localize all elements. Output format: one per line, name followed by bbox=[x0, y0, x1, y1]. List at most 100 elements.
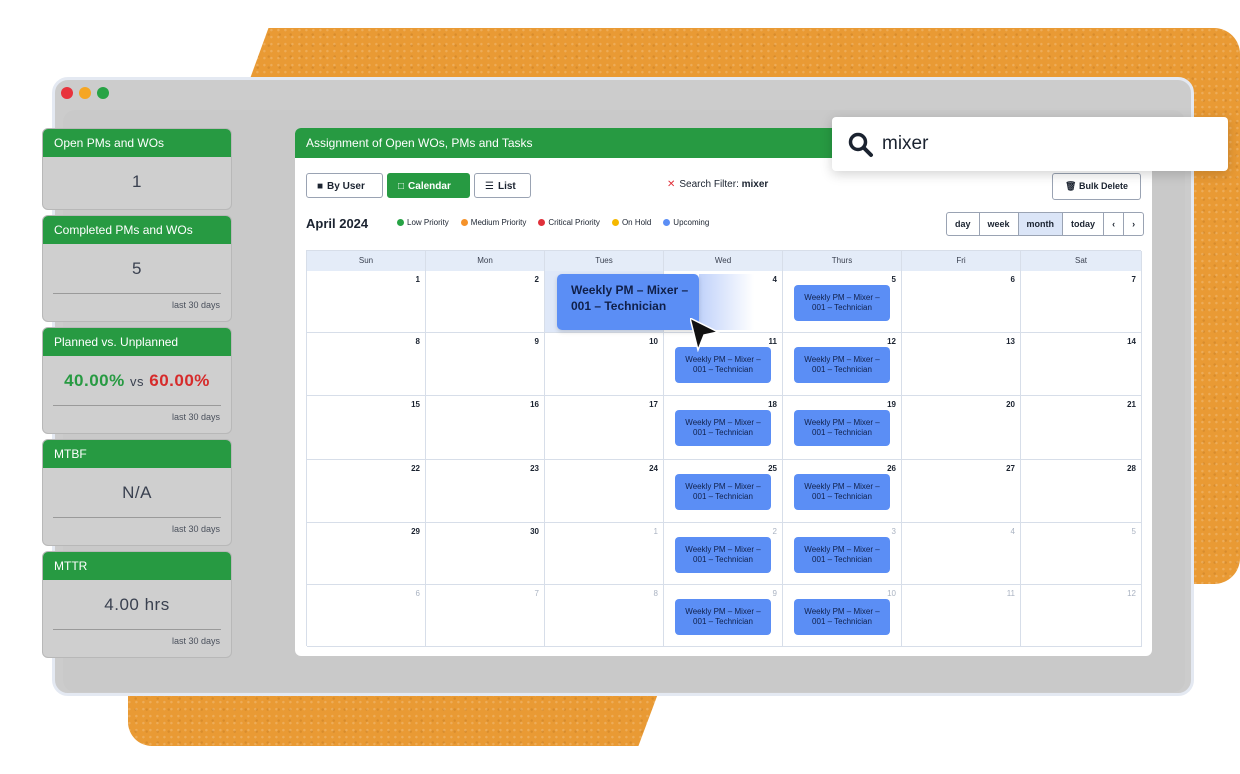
mouse-pointer-icon bbox=[690, 318, 720, 352]
day-of-week-header: Wed bbox=[664, 251, 783, 271]
close-window-icon[interactable] bbox=[61, 87, 73, 99]
calendar-icon: □ bbox=[398, 181, 405, 192]
calendar-day-cell[interactable]: 9 Weekly PM – Mixer – 001 – Technician bbox=[664, 585, 783, 647]
vs-label: vs bbox=[130, 374, 144, 389]
day-number: 13 bbox=[1006, 337, 1015, 346]
calendar-day-cell[interactable]: 21 bbox=[1021, 396, 1142, 460]
clear-filter-icon[interactable]: ✕ bbox=[667, 179, 675, 190]
day-number: 28 bbox=[1127, 464, 1136, 473]
calendar-event[interactable]: Weekly PM – Mixer – 001 – Technician bbox=[794, 410, 890, 446]
day-of-week-header: Fri bbox=[902, 251, 1021, 271]
calendar-event[interactable]: Weekly PM – Mixer – 001 – Technician bbox=[794, 537, 890, 573]
calendar-day-cell[interactable]: 29 bbox=[307, 523, 426, 585]
by-user-button[interactable]: ■ By User bbox=[306, 173, 383, 198]
view-switcher: day week month today ‹ › bbox=[946, 212, 1145, 236]
calendar-day-cell[interactable]: 18 Weekly PM – Mixer – 001 – Technician bbox=[664, 396, 783, 460]
day-number: 7 bbox=[534, 589, 539, 598]
calendar-event[interactable]: Weekly PM – Mixer – 001 – Technician bbox=[675, 537, 771, 573]
calendar-day-cell[interactable]: 28 bbox=[1021, 460, 1142, 523]
day-number: 16 bbox=[530, 400, 539, 409]
calendar-event[interactable]: Weekly PM – Mixer – 001 – Technician bbox=[675, 474, 771, 510]
divider bbox=[53, 405, 221, 406]
calendar-day-cell[interactable]: 27 bbox=[902, 460, 1021, 523]
divider bbox=[53, 517, 221, 518]
day-number: 24 bbox=[649, 464, 658, 473]
calendar-button[interactable]: □ Calendar bbox=[387, 173, 470, 198]
day-number: 10 bbox=[649, 337, 658, 346]
calendar-day-cell[interactable]: 24 bbox=[545, 460, 664, 523]
day-of-week-header: Tues bbox=[545, 251, 664, 271]
calendar-event[interactable]: Weekly PM – Mixer – 001 – Technician bbox=[675, 599, 771, 635]
calendar-day-cell[interactable]: 1 bbox=[545, 523, 664, 585]
dragging-event[interactable]: Weekly PM – Mixer – 001 – Technician bbox=[557, 274, 699, 330]
day-number: 17 bbox=[649, 400, 658, 409]
search-bar[interactable]: mixer bbox=[832, 117, 1228, 171]
view-week-button[interactable]: week bbox=[980, 213, 1019, 235]
calendar-day-cell[interactable]: 22 bbox=[307, 460, 426, 523]
next-month-button[interactable]: › bbox=[1124, 213, 1143, 235]
stat-value: 4.00 hrs bbox=[104, 595, 170, 614]
day-number: 20 bbox=[1006, 400, 1015, 409]
calendar-event[interactable]: Weekly PM – Mixer – 001 – Technician bbox=[794, 474, 890, 510]
planned-percent: 40.00% bbox=[64, 371, 125, 390]
day-number: 5 bbox=[1131, 527, 1136, 536]
legend-dot-icon bbox=[663, 219, 671, 226]
maximize-window-icon[interactable] bbox=[97, 87, 109, 99]
calendar-day-cell[interactable]: 7 bbox=[426, 585, 545, 647]
legend-item: On Hold bbox=[611, 218, 657, 227]
today-button[interactable]: today bbox=[1063, 213, 1105, 235]
calendar-day-cell[interactable]: 23 bbox=[426, 460, 545, 523]
calendar-day-cell[interactable]: 11 Weekly PM – Mixer – 001 – Technician bbox=[664, 333, 783, 396]
calendar-day-cell[interactable]: 10 bbox=[545, 333, 664, 396]
calendar-day-cell[interactable]: 15 bbox=[307, 396, 426, 460]
calendar-day-cell[interactable]: 30 bbox=[426, 523, 545, 585]
calendar-day-cell[interactable]: 2 Weekly PM – Mixer – 001 – Technician bbox=[664, 523, 783, 585]
day-number: 10 bbox=[887, 589, 896, 598]
calendar-event[interactable]: Weekly PM – Mixer – 001 – Technician bbox=[794, 347, 890, 383]
calendar-day-cell[interactable]: 14 bbox=[1021, 333, 1142, 396]
calendar-day-cell[interactable]: 8 bbox=[545, 585, 664, 647]
calendar-event[interactable]: Weekly PM – Mixer – 001 – Technician bbox=[675, 347, 771, 383]
minimize-window-icon[interactable] bbox=[79, 87, 91, 99]
calendar-day-cell[interactable]: 12 Weekly PM – Mixer – 001 – Technician bbox=[783, 333, 902, 396]
list-button[interactable]: ☰ List bbox=[474, 173, 531, 198]
calendar-event[interactable]: Weekly PM – Mixer – 001 – Technician bbox=[794, 599, 890, 635]
day-number: 19 bbox=[887, 400, 896, 409]
stat-title: MTTR bbox=[43, 552, 231, 580]
calendar-day-cell[interactable]: 12 bbox=[1021, 585, 1142, 647]
calendar-day-cell[interactable]: 4 bbox=[902, 523, 1021, 585]
calendar-day-cell[interactable]: 3 Weekly PM – Mixer – 001 – Technician bbox=[783, 523, 902, 585]
stat-planned-unplanned: Planned vs. Unplanned 40.00% vs 60.00% l… bbox=[42, 327, 232, 434]
calendar-day-cell[interactable]: 26 Weekly PM – Mixer – 001 – Technician bbox=[783, 460, 902, 523]
bulk-delete-button[interactable]: 🗑 Bulk Delete bbox=[1052, 173, 1141, 200]
day-number: 27 bbox=[1006, 464, 1015, 473]
calendar-day-cell[interactable]: 10 Weekly PM – Mixer – 001 – Technician bbox=[783, 585, 902, 647]
by-user-label: By User bbox=[327, 181, 365, 192]
filter-label: Search Filter: bbox=[679, 179, 739, 190]
calendar-day-cell[interactable]: 9 bbox=[426, 333, 545, 396]
calendar-day-cell[interactable]: 2 bbox=[426, 271, 545, 333]
calendar-day-cell[interactable]: 17 bbox=[545, 396, 664, 460]
calendar-day-cell[interactable]: 16 bbox=[426, 396, 545, 460]
calendar-day-cell[interactable]: 1 bbox=[307, 271, 426, 333]
prev-month-button[interactable]: ‹ bbox=[1104, 213, 1125, 235]
calendar-event[interactable]: Weekly PM – Mixer – 001 – Technician bbox=[794, 285, 890, 321]
calendar-day-cell[interactable]: 6 bbox=[902, 271, 1021, 333]
calendar-day-cell[interactable]: 25 Weekly PM – Mixer – 001 – Technician bbox=[664, 460, 783, 523]
stat-value: N/A bbox=[122, 483, 152, 502]
calendar-event[interactable]: Weekly PM – Mixer – 001 – Technician bbox=[675, 410, 771, 446]
day-number: 11 bbox=[1006, 589, 1015, 598]
calendar-day-cell[interactable]: 6 bbox=[307, 585, 426, 647]
calendar-day-cell[interactable]: 11 bbox=[902, 585, 1021, 647]
calendar-day-cell[interactable]: 13 bbox=[902, 333, 1021, 396]
calendar-day-cell[interactable]: 7 bbox=[1021, 271, 1142, 333]
calendar-day-cell[interactable]: 19 Weekly PM – Mixer – 001 – Technician bbox=[783, 396, 902, 460]
view-day-button[interactable]: day bbox=[947, 213, 980, 235]
calendar-day-cell[interactable]: 8 bbox=[307, 333, 426, 396]
stat-mtbf: MTBF N/A last 30 days bbox=[42, 439, 232, 546]
calendar-day-cell[interactable]: 5 bbox=[1021, 523, 1142, 585]
calendar-day-cell[interactable]: 5 Weekly PM – Mixer – 001 – Technician bbox=[783, 271, 902, 333]
legend-item: Upcoming bbox=[663, 218, 715, 227]
calendar-day-cell[interactable]: 20 bbox=[902, 396, 1021, 460]
view-month-button[interactable]: month bbox=[1018, 213, 1064, 235]
